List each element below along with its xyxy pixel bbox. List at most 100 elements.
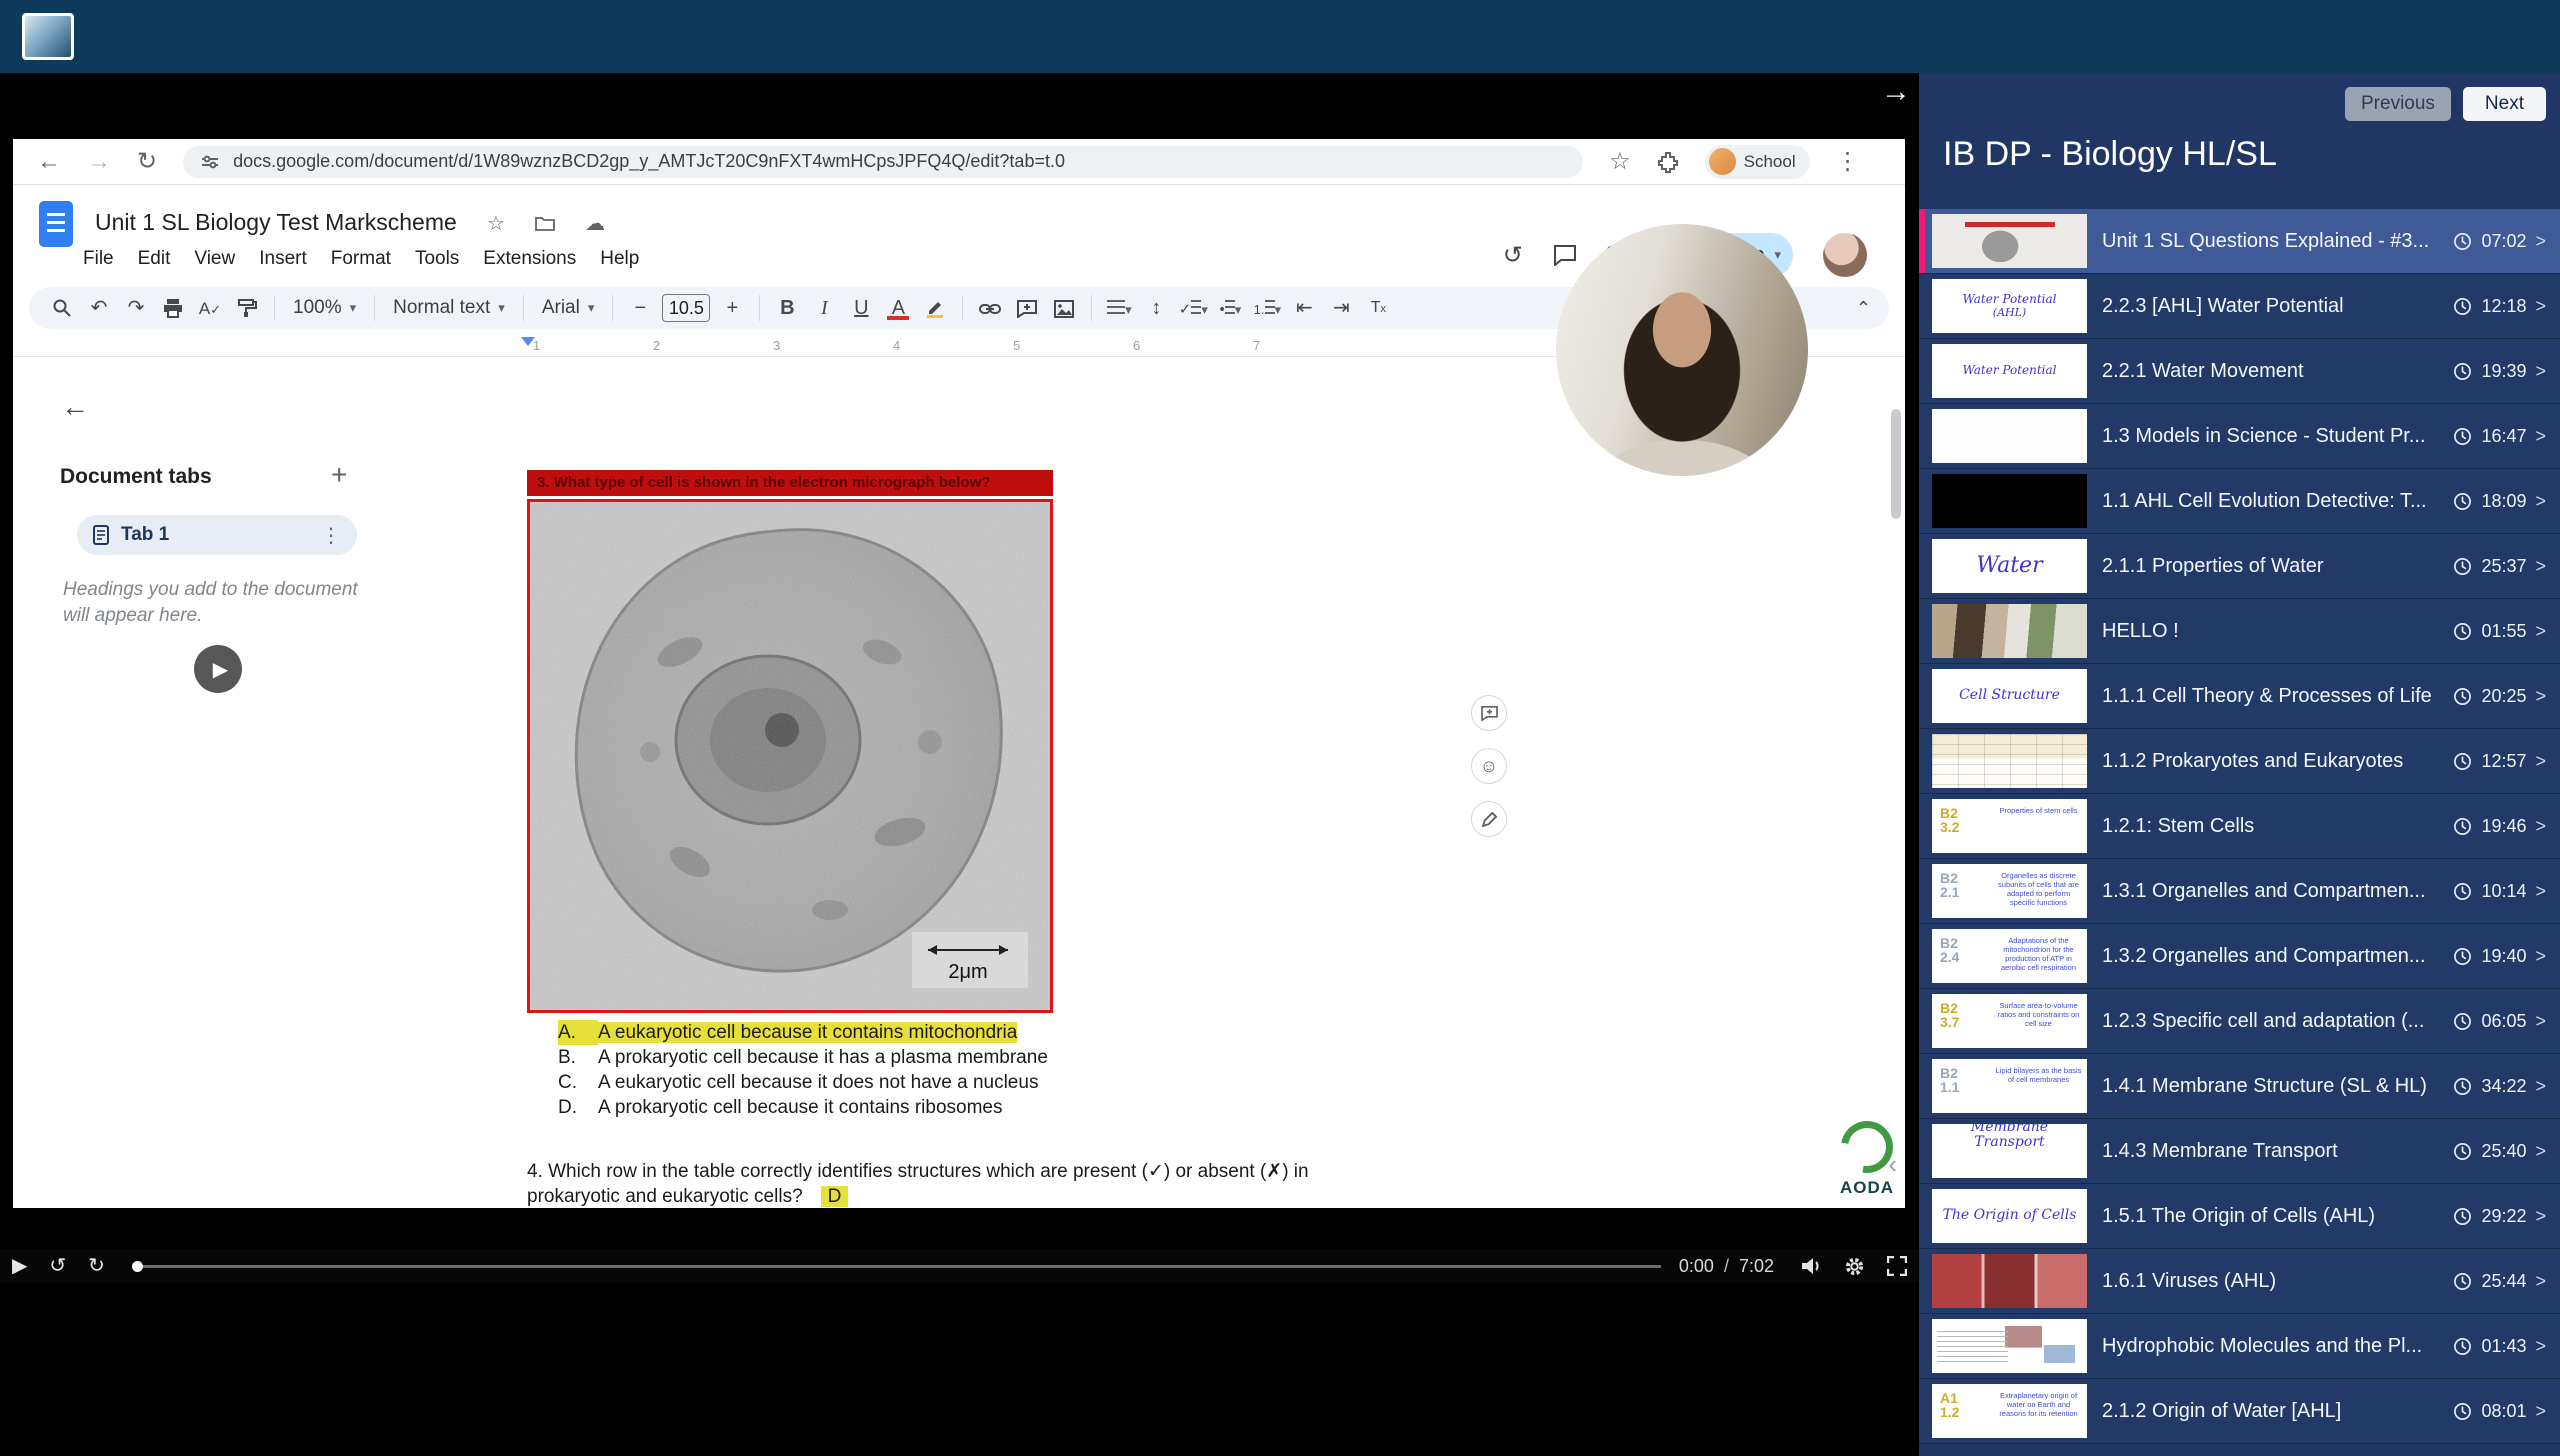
redo-icon[interactable]: ↷ [121, 298, 151, 318]
font-family-select[interactable]: Arial▾ [536, 297, 601, 319]
menu-item[interactable]: View [182, 243, 247, 275]
playlist-item[interactable]: Water Potential 2.2.1 Water Movement 19:… [1919, 339, 2560, 404]
tab-options-icon[interactable]: ⋮ [321, 523, 341, 548]
recording-play-overlay[interactable]: ▶ [194, 645, 242, 693]
item-chevron-icon[interactable]: > [2535, 556, 2546, 577]
playlist-item[interactable]: B22.1 Organelles as discrete subunits of… [1919, 859, 2560, 924]
progress-bar[interactable] [133, 1265, 1661, 1268]
cloud-status-icon[interactable]: ☁ [585, 211, 605, 236]
playlist-item[interactable]: B22.4 Adaptations of the mitochondrion f… [1919, 924, 2560, 989]
checklist-button[interactable]: ✓▾ [1178, 298, 1208, 318]
document-canvas[interactable]: 3. What type of cell is shown in the ele… [400, 357, 1905, 1208]
align-button[interactable]: ▾ [1104, 298, 1134, 318]
insert-link-icon[interactable] [975, 298, 1005, 318]
item-chevron-icon[interactable]: > [2535, 1271, 2546, 1292]
paragraph-style-select[interactable]: Normal text▾ [387, 297, 511, 319]
decrease-indent-button[interactable]: ⇤ [1289, 298, 1319, 318]
playlist-item[interactable]: Membrane Transport 1.4.3 Membrane Transp… [1919, 1119, 2560, 1184]
address-bar[interactable]: docs.google.com/document/d/1W89wznzBCD2g… [183, 146, 1583, 178]
increase-indent-button[interactable]: ⇥ [1326, 298, 1356, 318]
margin-suggest-edit-button[interactable] [1471, 801, 1507, 837]
underline-button[interactable]: U [846, 298, 876, 318]
item-chevron-icon[interactable]: > [2535, 881, 2546, 902]
move-folder-icon[interactable] [535, 216, 555, 232]
tab-1-item[interactable]: Tab 1 ⋮ [77, 515, 357, 555]
playlist-item[interactable]: Unit 1 SL Questions Explained - #3... 07… [1919, 209, 2560, 274]
menu-item[interactable]: Insert [247, 243, 319, 275]
playlist-item[interactable]: Cell Structure 1.1.1 Cell Theory & Proce… [1919, 664, 2560, 729]
numbered-list-button[interactable]: 1.▾ [1252, 298, 1282, 318]
menu-item[interactable]: Help [588, 243, 651, 275]
video-player[interactable]: → ← → ↻ docs.google.com/document/d/1W89w… [0, 73, 1919, 1456]
spellcheck-icon[interactable]: A✓ [195, 300, 225, 317]
item-chevron-icon[interactable]: > [2535, 686, 2546, 707]
playlist-item[interactable]: Hydrophobic Molecules and the Pl... 01:4… [1919, 1314, 2560, 1379]
toolbar-collapse-icon[interactable]: ⌃ [1856, 298, 1871, 319]
italic-button[interactable]: I [809, 298, 839, 318]
settings-gear-icon[interactable] [1844, 1256, 1865, 1277]
playlist-item[interactable]: Water Potential (AHL) 2.2.3 [AHL] Water … [1919, 274, 2560, 339]
item-chevron-icon[interactable]: > [2535, 1076, 2546, 1097]
item-chevron-icon[interactable]: > [2535, 1336, 2546, 1357]
playlist-item[interactable]: B23.7 Surface area-to-volume ratios and … [1919, 989, 2560, 1054]
bold-button[interactable]: B [772, 298, 802, 318]
text-color-button[interactable]: A [883, 298, 913, 318]
account-avatar[interactable] [1823, 233, 1867, 277]
play-button[interactable]: ▶ [12, 1256, 27, 1276]
item-chevron-icon[interactable]: > [2535, 361, 2546, 382]
playlist-item[interactable]: 1.1.2 Prokaryotes and Eukaryotes 12:57 > [1919, 729, 2560, 794]
playlist-item[interactable]: Water 2.1.1 Properties of Water 25:37 > [1919, 534, 2560, 599]
menu-item[interactable]: Edit [126, 243, 183, 275]
add-comment-icon[interactable] [1012, 298, 1042, 318]
margin-add-comment-button[interactable] [1471, 695, 1507, 731]
bookmark-star-icon[interactable]: ☆ [1609, 150, 1631, 174]
item-chevron-icon[interactable]: > [2535, 1011, 2546, 1032]
item-chevron-icon[interactable]: > [2535, 1141, 2546, 1162]
version-history-icon[interactable]: ↺ [1503, 241, 1523, 270]
search-menus-icon[interactable] [47, 298, 77, 319]
zoom-select[interactable]: 100%▾ [287, 297, 362, 319]
playlist-item[interactable]: B21.1 Lipid bilayers as the basis of cel… [1919, 1054, 2560, 1119]
previous-button[interactable]: Previous [2345, 87, 2451, 121]
font-size-increase-button[interactable]: + [717, 298, 747, 318]
extensions-icon[interactable] [1657, 151, 1679, 173]
item-chevron-icon[interactable]: > [2535, 1401, 2546, 1422]
browser-refresh-icon[interactable]: ↻ [137, 150, 157, 174]
close-tabs-panel-icon[interactable]: ← [61, 391, 89, 423]
insert-image-icon[interactable] [1049, 298, 1079, 318]
font-size-field[interactable]: 10.5 [662, 294, 710, 322]
print-icon[interactable] [158, 298, 188, 319]
item-chevron-icon[interactable]: > [2535, 231, 2546, 252]
bulleted-list-button[interactable]: •▾ [1215, 298, 1245, 318]
doc-star-icon[interactable]: ☆ [487, 211, 505, 236]
sidebar-collapse-arrow-icon[interactable]: → [1881, 77, 1911, 107]
item-chevron-icon[interactable]: > [2535, 751, 2546, 772]
document-title[interactable]: Unit 1 SL Biology Test Markscheme [95, 209, 457, 236]
browser-forward-icon[interactable]: → [87, 150, 111, 174]
volume-icon[interactable] [1800, 1256, 1822, 1276]
menu-item[interactable]: Tools [403, 243, 471, 275]
document-scrollbar[interactable] [1891, 409, 1901, 519]
playlist-item[interactable]: HELLO ! 01:55 > [1919, 599, 2560, 664]
menu-item[interactable]: Format [319, 243, 403, 275]
share-caret-icon[interactable]: ▾ [1774, 247, 1781, 263]
forward-button[interactable]: ↻ [88, 1256, 105, 1276]
paint-format-icon[interactable] [232, 298, 262, 319]
browser-menu-icon[interactable]: ⋮ [1836, 150, 1860, 174]
item-chevron-icon[interactable]: > [2535, 491, 2546, 512]
item-chevron-icon[interactable]: > [2535, 816, 2546, 837]
undo-icon[interactable]: ↶ [84, 298, 114, 318]
comments-icon[interactable] [1553, 244, 1577, 266]
menu-item[interactable]: File [71, 243, 126, 275]
playlist-item[interactable]: 1.6.1 Viruses (AHL) 25:44 > [1919, 1249, 2560, 1314]
playlist-item[interactable]: 1.3 Models in Science - Student Pr... 16… [1919, 404, 2560, 469]
menu-item[interactable]: Extensions [471, 243, 588, 275]
google-docs-icon[interactable] [39, 201, 73, 247]
playlist-item[interactable]: 1.1 AHL Cell Evolution Detective: T... 1… [1919, 469, 2560, 534]
fullscreen-icon[interactable] [1887, 1256, 1907, 1276]
item-chevron-icon[interactable]: > [2535, 621, 2546, 642]
clear-formatting-button[interactable]: Tx [1363, 300, 1393, 316]
line-spacing-button[interactable]: ↕ [1141, 298, 1171, 318]
item-chevron-icon[interactable]: > [2535, 1206, 2546, 1227]
playlist-item[interactable]: B23.2 Properties of stem cells 1.2.1: St… [1919, 794, 2560, 859]
